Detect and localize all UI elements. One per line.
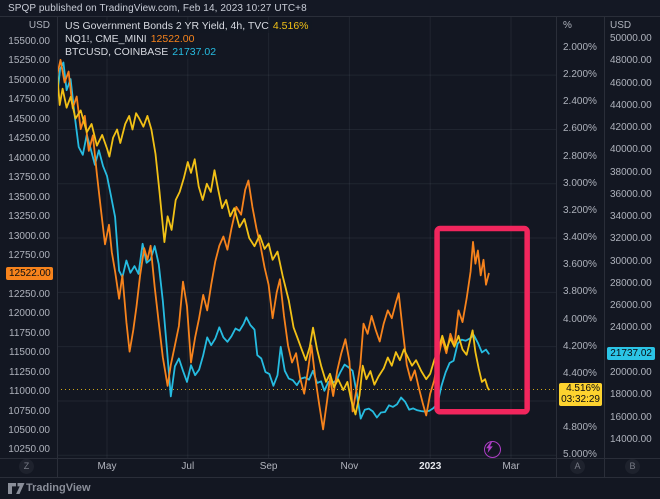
- axis-tick: 14000.00: [0, 154, 50, 164]
- symbol-title-btc: BTCUSD, COINBASE: [65, 46, 168, 58]
- axis-tick: 11000.00: [0, 387, 50, 397]
- axis-tick: 24000.00: [610, 323, 652, 333]
- axis-tick: 3.200%: [563, 206, 597, 216]
- scale-a-button[interactable]: A: [570, 459, 585, 474]
- left-axis-border: [57, 17, 58, 477]
- lightning-watermark-button[interactable]: [484, 441, 501, 458]
- axis-tick: 10500.00: [0, 426, 50, 436]
- axis-tick: 3.800%: [563, 287, 597, 297]
- axis-tick: 13500.00: [0, 193, 50, 203]
- series-line-yield: [57, 70, 489, 415]
- time-axis-label: Jul: [181, 461, 194, 472]
- axis-tick: 44000.00: [610, 101, 652, 111]
- axis-tick: 38000.00: [610, 168, 652, 178]
- axis-tick: 10250.00: [0, 445, 50, 455]
- bar-countdown: 03:32:29: [561, 395, 600, 406]
- axis-tick: 26000.00: [610, 301, 652, 311]
- price-badge-yield: 4.516% 03:32:29: [559, 383, 602, 406]
- axis-tick: 3.600%: [563, 260, 597, 270]
- axis-tick: 50000.00: [610, 34, 652, 44]
- highlight-box-annotation[interactable]: [437, 229, 527, 412]
- time-axis-label: 2023: [419, 461, 441, 472]
- axis-tick: 4.000%: [563, 315, 597, 325]
- pct-axis-unit: %: [563, 21, 572, 31]
- axis-tick: 12000.00: [0, 309, 50, 319]
- chart-canvas[interactable]: [0, 0, 660, 499]
- time-axis-label: Sep: [260, 461, 278, 472]
- time-axis-label: May: [98, 461, 117, 472]
- axis-tick: 2.600%: [563, 124, 597, 134]
- axis-tick: 15250.00: [0, 56, 50, 66]
- axis-tick: 14000.00: [610, 435, 652, 445]
- axis-tick: 13000.00: [0, 232, 50, 242]
- axis-tick: 13750.00: [0, 173, 50, 183]
- legend-row-yield[interactable]: US Government Bonds 2 YR Yield, 4h, TVC 4…: [62, 20, 312, 33]
- axis-tick: 4.200%: [563, 342, 597, 352]
- axis-tick: 40000.00: [610, 145, 652, 155]
- footer-bar: TradingView: [0, 478, 660, 499]
- axis-tick: 14250.00: [0, 134, 50, 144]
- axis-tick: 36000.00: [610, 190, 652, 200]
- axis-tick: 2.400%: [563, 97, 597, 107]
- lightning-icon: [485, 442, 494, 453]
- time-axis-border: [0, 458, 660, 459]
- price-badge-btc: 21737.02: [607, 347, 655, 360]
- tradingview-logo-icon[interactable]: [8, 482, 26, 495]
- axis-tick: 20000.00: [610, 368, 652, 378]
- chart-window: SPQP published on TradingView.com, Feb 1…: [0, 0, 660, 499]
- time-axis-label: Mar: [502, 461, 519, 472]
- yield-last-value: 4.516%: [561, 384, 600, 395]
- axis-tick: 11250.00: [0, 368, 50, 378]
- axis-tick: 12250.00: [0, 290, 50, 300]
- axis-tick: 30000.00: [610, 257, 652, 267]
- axis-tick: 28000.00: [610, 279, 652, 289]
- axis-tick: 16000.00: [610, 413, 652, 423]
- left-axis-unit: USD: [0, 21, 50, 31]
- price-badge-nq: 12522.00: [6, 267, 53, 280]
- axis-tick: 2.000%: [563, 43, 597, 53]
- legend-row-btc[interactable]: BTCUSD, COINBASE 21737.02: [62, 46, 219, 59]
- axis-tick: 32000.00: [610, 234, 652, 244]
- symbol-value-nq: 12522.00: [151, 33, 195, 45]
- symbol-value-yield: 4.516%: [273, 20, 309, 32]
- legend: US Government Bonds 2 YR Yield, 4h, TVC 4…: [62, 20, 312, 59]
- axis-tick: 34000.00: [610, 212, 652, 222]
- axis-tick: 15000.00: [0, 76, 50, 86]
- time-axis-label: Nov: [340, 461, 358, 472]
- axis-tick: 2.800%: [563, 152, 597, 162]
- tradingview-wordmark[interactable]: TradingView: [26, 482, 91, 494]
- axis-tick: 10750.00: [0, 407, 50, 417]
- axis-tick: 14500.00: [0, 115, 50, 125]
- scale-b-button[interactable]: B: [625, 459, 640, 474]
- axis-tick: 42000.00: [610, 123, 652, 133]
- right-axis-unit: USD: [610, 21, 631, 31]
- axis-tick: 4.400%: [563, 369, 597, 379]
- axis-tick: 12750.00: [0, 251, 50, 261]
- axis-tick: 11500.00: [0, 348, 50, 358]
- right-axis-border: [604, 17, 605, 477]
- axis-tick: 3.400%: [563, 233, 597, 243]
- axis-tick: 3.000%: [563, 179, 597, 189]
- timezone-button[interactable]: Z: [19, 459, 34, 474]
- axis-tick: 2.200%: [563, 70, 597, 80]
- symbol-title-nq: NQ1!, CME_MINI: [65, 33, 147, 45]
- axis-tick: 48000.00: [610, 56, 652, 66]
- series-line-btc: [57, 62, 489, 418]
- symbol-title-yield: US Government Bonds 2 YR Yield, 4h, TVC: [65, 20, 269, 32]
- axis-tick: 46000.00: [610, 79, 652, 89]
- axis-tick: 4.800%: [563, 423, 597, 433]
- pct-axis-border: [556, 17, 557, 477]
- symbol-value-btc: 21737.02: [172, 46, 216, 58]
- axis-tick: 18000.00: [610, 390, 652, 400]
- legend-row-nq[interactable]: NQ1!, CME_MINI 12522.00: [62, 33, 197, 46]
- axis-tick: 13250.00: [0, 212, 50, 222]
- axis-tick: 11750.00: [0, 329, 50, 339]
- axis-tick: 15500.00: [0, 37, 50, 47]
- axis-tick: 14750.00: [0, 95, 50, 105]
